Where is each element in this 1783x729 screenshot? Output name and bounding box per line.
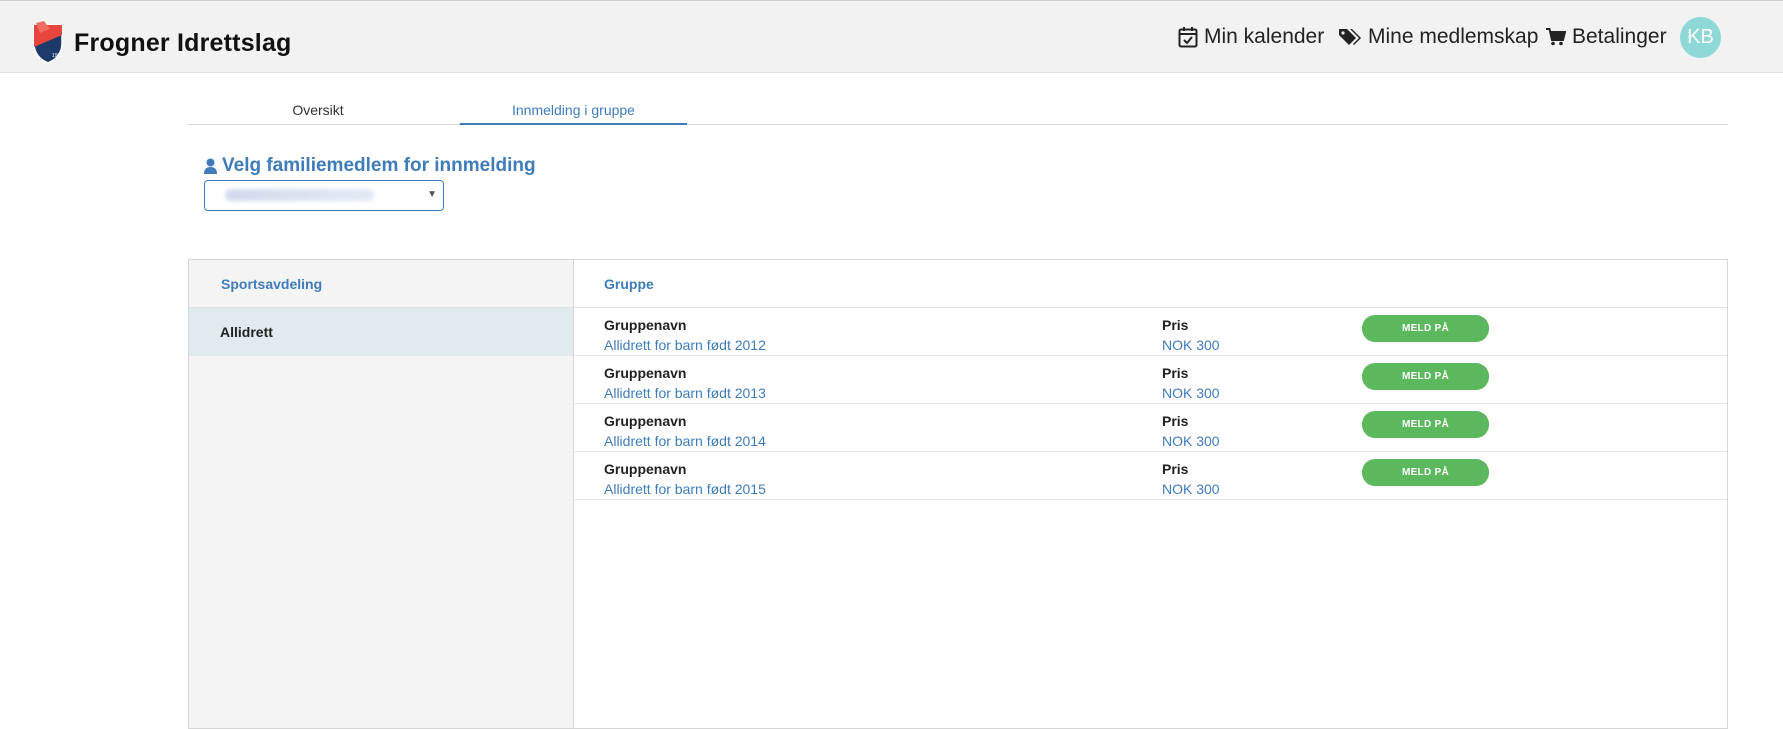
group-row: Gruppenavn Allidrett for barn født 2015 … xyxy=(574,452,1727,500)
nav-payments[interactable]: Betalinger xyxy=(1546,25,1667,49)
nav-calendar-label: Min kalender xyxy=(1204,25,1325,48)
price-value: NOK 300 xyxy=(1162,337,1220,353)
group-name-label: Gruppenavn xyxy=(604,413,687,429)
brand[interactable]: 1903 Frogner Idrettslag xyxy=(30,21,292,65)
user-icon xyxy=(204,158,217,174)
chevron-down-icon: ▼ xyxy=(427,189,437,200)
sidebar-item-allidrett[interactable]: Allidrett xyxy=(189,308,573,356)
price-value: NOK 300 xyxy=(1162,385,1220,401)
tab-bar: Oversikt Innmelding i gruppe xyxy=(188,102,1728,125)
nav-payments-label: Betalinger xyxy=(1572,25,1667,48)
group-list: Gruppe Gruppenavn Allidrett for barn fød… xyxy=(574,260,1727,500)
price-label: Pris xyxy=(1162,365,1189,381)
group-row: Gruppenavn Allidrett for barn født 2014 … xyxy=(574,404,1727,452)
price-label: Pris xyxy=(1162,317,1189,333)
tags-icon xyxy=(1339,29,1361,45)
tab-innmelding[interactable]: Innmelding i gruppe xyxy=(460,102,687,125)
meld-pa-button[interactable]: MELD PÅ xyxy=(1362,411,1489,438)
group-name: Allidrett for barn født 2014 xyxy=(604,433,766,449)
group-name: Allidrett for barn født 2012 xyxy=(604,337,766,353)
meld-pa-button[interactable]: MELD PÅ xyxy=(1362,459,1489,486)
nav-memberships-label: Mine medlemskap xyxy=(1368,25,1539,48)
tab-oversikt[interactable]: Oversikt xyxy=(188,102,448,125)
sidebar-header: Sportsavdeling xyxy=(189,260,573,308)
price-label: Pris xyxy=(1162,461,1189,477)
group-name-label: Gruppenavn xyxy=(604,317,687,333)
nav-memberships[interactable]: Mine medlemskap xyxy=(1338,25,1538,49)
brand-name: Frogner Idrettslag xyxy=(74,28,292,57)
price-value: NOK 300 xyxy=(1162,433,1220,449)
group-name: Allidrett for barn født 2015 xyxy=(604,481,766,497)
calendar-check-icon xyxy=(1178,27,1198,48)
group-name: Allidrett for barn født 2013 xyxy=(604,385,766,401)
top-bar: 1903 Frogner Idrettslag Min kalender Min… xyxy=(0,0,1783,73)
svg-text:1903: 1903 xyxy=(52,53,63,59)
group-row: Gruppenavn Allidrett for barn født 2013 … xyxy=(574,356,1727,404)
meld-pa-button[interactable]: MELD PÅ xyxy=(1362,363,1489,390)
registration-panel: Sportsavdeling Allidrett Gruppe Gruppena… xyxy=(188,259,1728,729)
group-name-label: Gruppenavn xyxy=(604,461,687,477)
family-member-title: Velg familiemedlem for innmelding xyxy=(204,155,536,177)
group-list-header: Gruppe xyxy=(574,260,1727,308)
sport-department-sidebar: Sportsavdeling Allidrett xyxy=(189,260,574,728)
family-member-title-text: Velg familiemedlem for innmelding xyxy=(222,155,536,176)
redacted-member-name xyxy=(225,189,375,201)
user-avatar[interactable]: KB xyxy=(1680,17,1721,58)
shopping-cart-icon xyxy=(1546,28,1566,46)
nav-calendar[interactable]: Min kalender xyxy=(1178,25,1324,49)
price-value: NOK 300 xyxy=(1162,481,1220,497)
group-row: Gruppenavn Allidrett for barn født 2012 … xyxy=(574,308,1727,356)
meld-pa-button[interactable]: MELD PÅ xyxy=(1362,315,1489,342)
group-name-label: Gruppenavn xyxy=(604,365,687,381)
club-logo-icon: 1903 xyxy=(33,21,63,64)
family-member-section: Velg familiemedlem for innmelding ▼ xyxy=(204,155,536,211)
family-member-select[interactable]: ▼ xyxy=(204,180,444,211)
price-label: Pris xyxy=(1162,413,1189,429)
